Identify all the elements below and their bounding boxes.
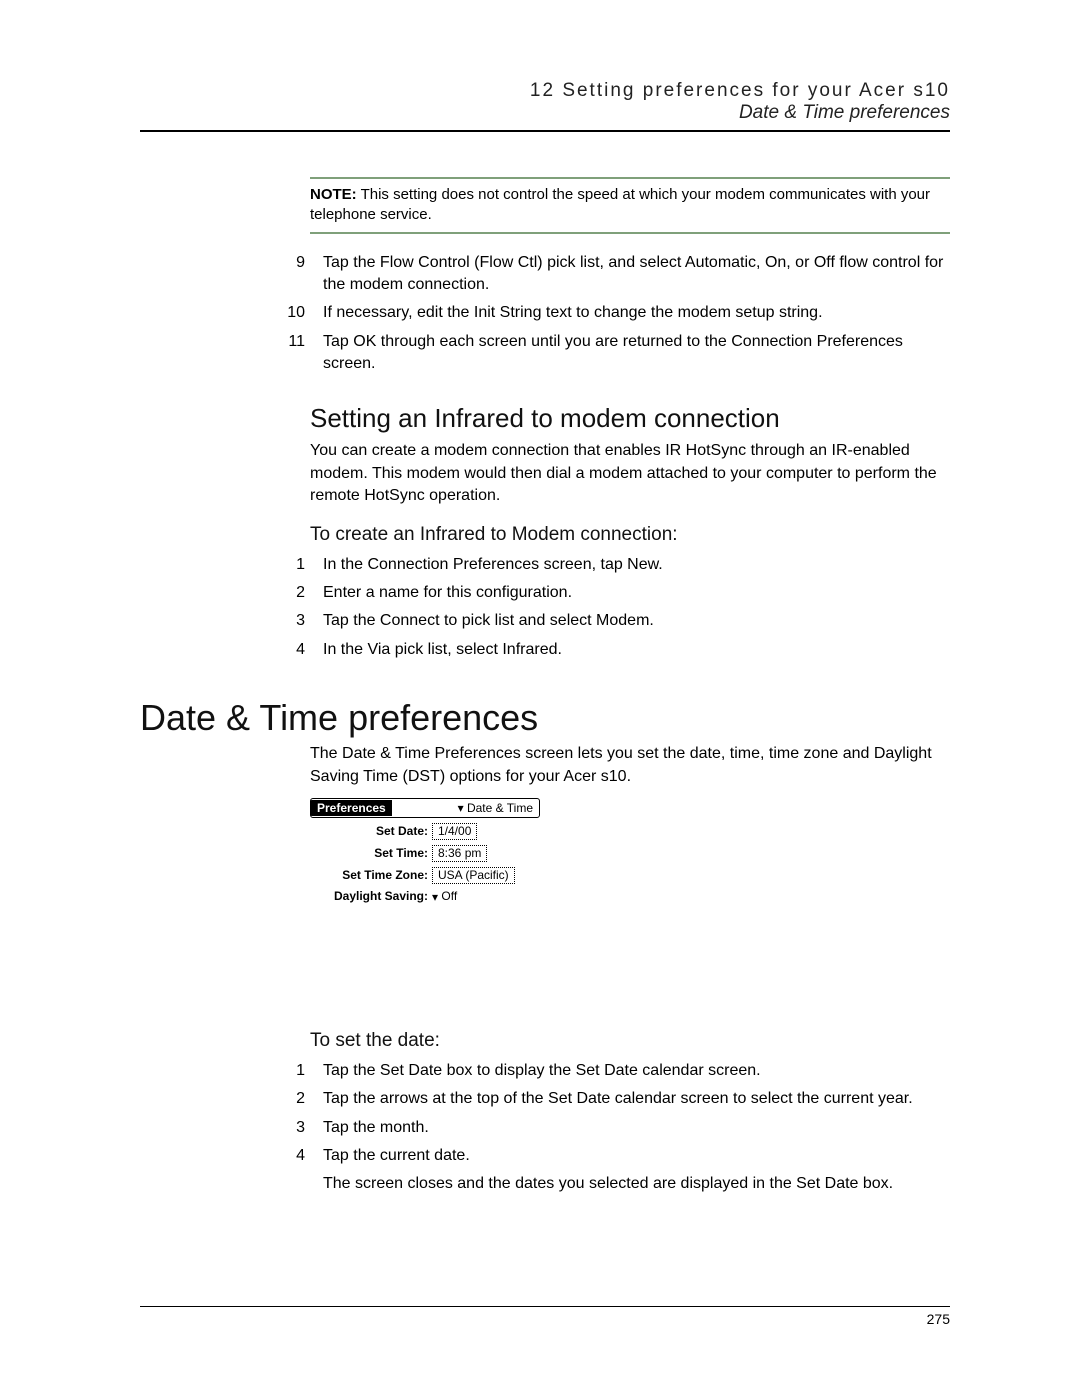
palm-screenshot: Preferences ▾ Date & Time Set Date: 1/4/… <box>310 798 540 904</box>
step-text: If necessary, edit the Init String text … <box>323 302 950 324</box>
heading-create-connection: To create an Infrared to Modem connectio… <box>310 524 950 546</box>
page-header: 12 Setting preferences for your Acer s10… <box>140 80 950 124</box>
palm-category-picker[interactable]: ▾ Date & Time <box>392 801 539 816</box>
list-item: 9 Tap the Flow Control (Flow Ctl) pick l… <box>260 252 950 297</box>
step-text: Tap the Set Date box to display the Set … <box>323 1060 950 1082</box>
step-text: Enter a name for this configuration. <box>323 582 950 604</box>
page-number: 275 <box>140 1311 950 1327</box>
palm-row-zone: Set Time Zone: USA (Pacific) <box>310 867 540 884</box>
palm-row-dst: Daylight Saving: ▾ Off <box>310 889 540 904</box>
footer-rule <box>140 1306 950 1307</box>
list-item: 2 Tap the arrows at the top of the Set D… <box>260 1088 950 1110</box>
step-text: Tap the arrows at the top of the Set Dat… <box>323 1088 950 1110</box>
note-box: NOTE: This setting does not control the … <box>310 177 950 234</box>
dst-value: Off <box>441 889 457 903</box>
header-section: Date & Time preferences <box>140 102 950 124</box>
step-number: 3 <box>260 1117 323 1139</box>
set-timezone-box[interactable]: USA (Pacific) <box>432 867 515 884</box>
step-text: Tap the Connect to pick list and select … <box>323 610 950 632</box>
step-number: 4 <box>260 639 323 661</box>
steps-top: 9 Tap the Flow Control (Flow Ctl) pick l… <box>260 252 950 376</box>
palm-row-date: Set Date: 1/4/00 <box>310 823 540 840</box>
closing-note: The screen closes and the dates you sele… <box>323 1173 950 1195</box>
step-text: Tap the month. <box>323 1117 950 1139</box>
step-number: 3 <box>260 610 323 632</box>
list-item: 3 Tap the Connect to pick list and selec… <box>260 610 950 632</box>
set-time-box[interactable]: 8:36 pm <box>432 845 487 862</box>
palm-label: Set Date: <box>310 824 432 838</box>
heading-infrared: Setting an Infrared to modem connection <box>310 403 950 434</box>
palm-titlebar: Preferences ▾ Date & Time <box>310 798 540 818</box>
step-number: 1 <box>260 1060 323 1082</box>
palm-label: Set Time: <box>310 846 432 860</box>
step-text: Tap the current date. <box>323 1145 950 1167</box>
step-text: Tap OK through each screen until you are… <box>323 331 950 376</box>
palm-label: Set Time Zone: <box>310 868 432 882</box>
page-footer: 275 <box>140 1306 950 1327</box>
step-number: 1 <box>260 554 323 576</box>
steps-create: 1 In the Connection Preferences screen, … <box>260 554 950 662</box>
heading-set-date: To set the date: <box>310 1030 950 1052</box>
step-number: 11 <box>260 331 323 376</box>
list-item: 3 Tap the month. <box>260 1117 950 1139</box>
list-item: 1 Tap the Set Date box to display the Se… <box>260 1060 950 1082</box>
step-text: In the Via pick list, select Infrared. <box>323 639 950 661</box>
dropdown-icon: ▾ <box>458 801 464 815</box>
dropdown-icon: ▾ <box>432 890 438 904</box>
step-text: Tap the Flow Control (Flow Ctl) pick lis… <box>323 252 950 297</box>
step-text: In the Connection Preferences screen, ta… <box>323 554 950 576</box>
paragraph-date-time: The Date & Time Preferences screen lets … <box>310 743 950 788</box>
dst-picker[interactable]: ▾ Off <box>432 889 457 904</box>
step-number: 10 <box>260 302 323 324</box>
heading-date-time: Date & Time preferences <box>140 697 950 739</box>
header-chapter: 12 Setting preferences for your Acer s10 <box>140 80 950 102</box>
list-item: 4 Tap the current date. <box>260 1145 950 1167</box>
paragraph-infrared: You can create a modem connection that e… <box>310 440 950 507</box>
list-item: 1 In the Connection Preferences screen, … <box>260 554 950 576</box>
header-rule <box>140 130 950 132</box>
note-label: NOTE: <box>310 186 357 203</box>
note-text: This setting does not control the speed … <box>310 186 930 223</box>
list-item: 2 Enter a name for this configuration. <box>260 582 950 604</box>
list-item: 10 If necessary, edit the Init String te… <box>260 302 950 324</box>
palm-app-title: Preferences <box>311 800 392 816</box>
step-number: 2 <box>260 1088 323 1110</box>
palm-category-label: Date & Time <box>467 801 533 815</box>
palm-label: Daylight Saving: <box>310 889 432 903</box>
step-number: 9 <box>260 252 323 297</box>
list-item: 4 In the Via pick list, select Infrared. <box>260 639 950 661</box>
list-item: 11 Tap OK through each screen until you … <box>260 331 950 376</box>
step-number: 2 <box>260 582 323 604</box>
set-date-box[interactable]: 1/4/00 <box>432 823 477 840</box>
step-number: 4 <box>260 1145 323 1167</box>
palm-row-time: Set Time: 8:36 pm <box>310 845 540 862</box>
steps-set-date: 1 Tap the Set Date box to display the Se… <box>260 1060 950 1168</box>
